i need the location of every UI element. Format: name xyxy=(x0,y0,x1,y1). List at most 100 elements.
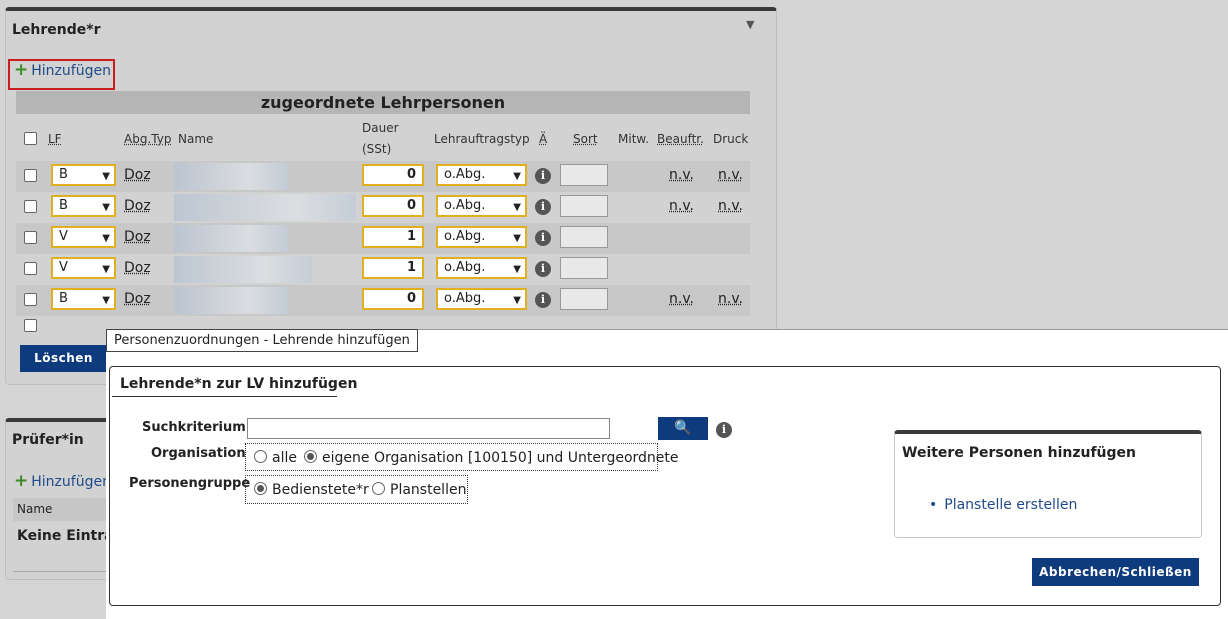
divider xyxy=(13,571,108,572)
chevron-down-icon: ▼ xyxy=(513,264,521,275)
chevron-down-icon: ▼ xyxy=(513,171,521,182)
info-icon[interactable]: i xyxy=(535,230,551,246)
sort-input[interactable] xyxy=(560,288,608,310)
name-blurred xyxy=(174,225,288,252)
pruefer-col-name: Name xyxy=(13,498,108,521)
chevron-down-icon: ▼ xyxy=(102,171,110,182)
lehrauftragstyp-select[interactable]: o.Abg. ▼ xyxy=(436,257,527,279)
chevron-down-icon: ▼ xyxy=(513,295,521,306)
suchkriterium-label: Suchkriterium xyxy=(142,420,246,435)
name-blurred xyxy=(174,163,288,190)
lehrauftragstyp-select[interactable]: o.Abg. ▼ xyxy=(436,288,527,310)
col-beauftr[interactable]: Beauftr. xyxy=(657,132,704,146)
abg-typ-link[interactable]: Doz xyxy=(124,167,151,183)
delete-button[interactable]: Löschen xyxy=(20,345,107,372)
abg-typ-link[interactable]: Doz xyxy=(124,198,151,214)
org-radio-eigene[interactable] xyxy=(304,450,317,463)
lf-select[interactable]: V ▼ xyxy=(51,257,116,279)
row-checkbox[interactable] xyxy=(24,169,37,182)
info-icon[interactable]: i xyxy=(535,261,551,277)
col-lf[interactable]: LF xyxy=(48,132,62,146)
druck-link[interactable]: n.v. xyxy=(718,291,743,307)
beauftr-link[interactable]: n.v. xyxy=(669,167,694,183)
abg-typ-link[interactable]: Doz xyxy=(124,260,151,276)
dauer-input[interactable]: 0 xyxy=(362,195,424,217)
search-button[interactable]: 🔍 xyxy=(658,417,708,440)
lehrauftragstyp-select[interactable]: o.Abg. ▼ xyxy=(436,164,527,186)
dauer-input[interactable]: 0 xyxy=(362,164,424,186)
beauftr-link[interactable]: n.v. xyxy=(669,198,694,214)
search-input[interactable] xyxy=(247,418,610,439)
weitere-personen-title: Weitere Personen hinzufügen xyxy=(902,445,1137,461)
col-abg-typ[interactable]: Abg.Typ xyxy=(124,132,171,146)
col-dauer-unit: (SSt) xyxy=(362,142,392,156)
chevron-down-icon: ▼ xyxy=(513,233,521,244)
row-checkbox[interactable] xyxy=(24,231,37,244)
chevron-down-icon: ▼ xyxy=(102,233,110,244)
name-blurred xyxy=(174,256,312,283)
planstelle-erstellen-link[interactable]: Planstelle erstellen xyxy=(929,497,1077,513)
chevron-down-icon: ▼ xyxy=(102,202,110,213)
group-radio-bedienstete[interactable] xyxy=(254,482,267,495)
chevron-down-icon: ▼ xyxy=(102,264,110,275)
group-radio-planstellen[interactable] xyxy=(372,482,385,495)
row-checkbox[interactable] xyxy=(24,293,37,306)
bottom-checkbox[interactable] xyxy=(24,319,37,332)
lf-select[interactable]: B ▼ xyxy=(51,288,116,310)
plus-icon: + xyxy=(14,471,29,491)
druck-link[interactable]: n.v. xyxy=(718,198,743,214)
select-all-checkbox[interactable] xyxy=(24,132,37,145)
dauer-input[interactable]: 0 xyxy=(362,288,424,310)
pruefer-add-link[interactable]: + Hinzufügen xyxy=(14,473,111,490)
sort-input[interactable] xyxy=(560,195,608,217)
lf-select[interactable]: V ▼ xyxy=(51,226,116,248)
info-icon[interactable]: i xyxy=(535,199,551,215)
abg-typ-link[interactable]: Doz xyxy=(124,229,151,245)
name-blurred xyxy=(174,287,288,314)
personengruppe-label: Personengruppe xyxy=(129,476,251,491)
group-option-bedienstete: Bedienstete*r xyxy=(272,482,369,498)
collapse-icon[interactable]: ▼ xyxy=(746,18,1208,31)
pruefer-title: Prüfer*in xyxy=(12,432,84,448)
col-lehrauftragstyp: Lehrauftragstyp xyxy=(434,132,530,146)
organisation-label: Organisation xyxy=(151,446,246,461)
dauer-input[interactable]: 1 xyxy=(362,257,424,279)
info-icon[interactable]: i xyxy=(716,422,732,438)
sort-input[interactable] xyxy=(560,164,608,186)
table-title: zugeordnete Lehrpersonen xyxy=(16,91,750,114)
dialog-box-title: Lehrende*n zur LV hinzufügen xyxy=(120,376,358,392)
search-icon: 🔍 xyxy=(674,420,692,436)
abg-typ-link[interactable]: Doz xyxy=(124,291,151,307)
druck-link[interactable]: n.v. xyxy=(718,167,743,183)
row-checkbox[interactable] xyxy=(24,200,37,213)
chevron-down-icon: ▼ xyxy=(102,295,110,306)
name-blurred xyxy=(174,194,356,221)
col-ae[interactable]: Ä xyxy=(539,132,547,146)
lf-select[interactable]: B ▼ xyxy=(51,195,116,217)
beauftr-link[interactable]: n.v. xyxy=(669,291,694,307)
pruefer-add-label: Hinzufügen xyxy=(31,473,111,490)
group-option-planstellen: Planstellen xyxy=(390,482,467,498)
sort-input[interactable] xyxy=(560,226,608,248)
row-checkbox[interactable] xyxy=(24,262,37,275)
close-button[interactable]: Abbrechen/Schließen xyxy=(1032,558,1199,586)
col-dauer: Dauer xyxy=(362,121,399,135)
dialog-title: Personenzuordnungen - Lehrende hinzufüge… xyxy=(106,329,418,352)
chevron-down-icon: ▼ xyxy=(513,202,521,213)
org-radio-alle[interactable] xyxy=(254,450,267,463)
lehrauftragstyp-select[interactable]: o.Abg. ▼ xyxy=(436,195,527,217)
col-druck: Druck xyxy=(713,132,749,146)
org-option-eigene: eigene Organisation [100150] und Unterge… xyxy=(322,450,679,466)
col-name: Name xyxy=(178,132,214,146)
lehrende-title: Lehrende*r xyxy=(12,22,101,38)
sort-input[interactable] xyxy=(560,257,608,279)
dauer-input[interactable]: 1 xyxy=(362,226,424,248)
highlight-box xyxy=(8,59,115,90)
col-sort[interactable]: Sort xyxy=(573,132,598,146)
lehrauftragstyp-select[interactable]: o.Abg. ▼ xyxy=(436,226,527,248)
lf-select[interactable]: B ▼ xyxy=(51,164,116,186)
divider xyxy=(112,396,337,397)
info-icon[interactable]: i xyxy=(535,292,551,308)
info-icon[interactable]: i xyxy=(535,168,551,184)
org-option-alle: alle xyxy=(272,450,297,466)
